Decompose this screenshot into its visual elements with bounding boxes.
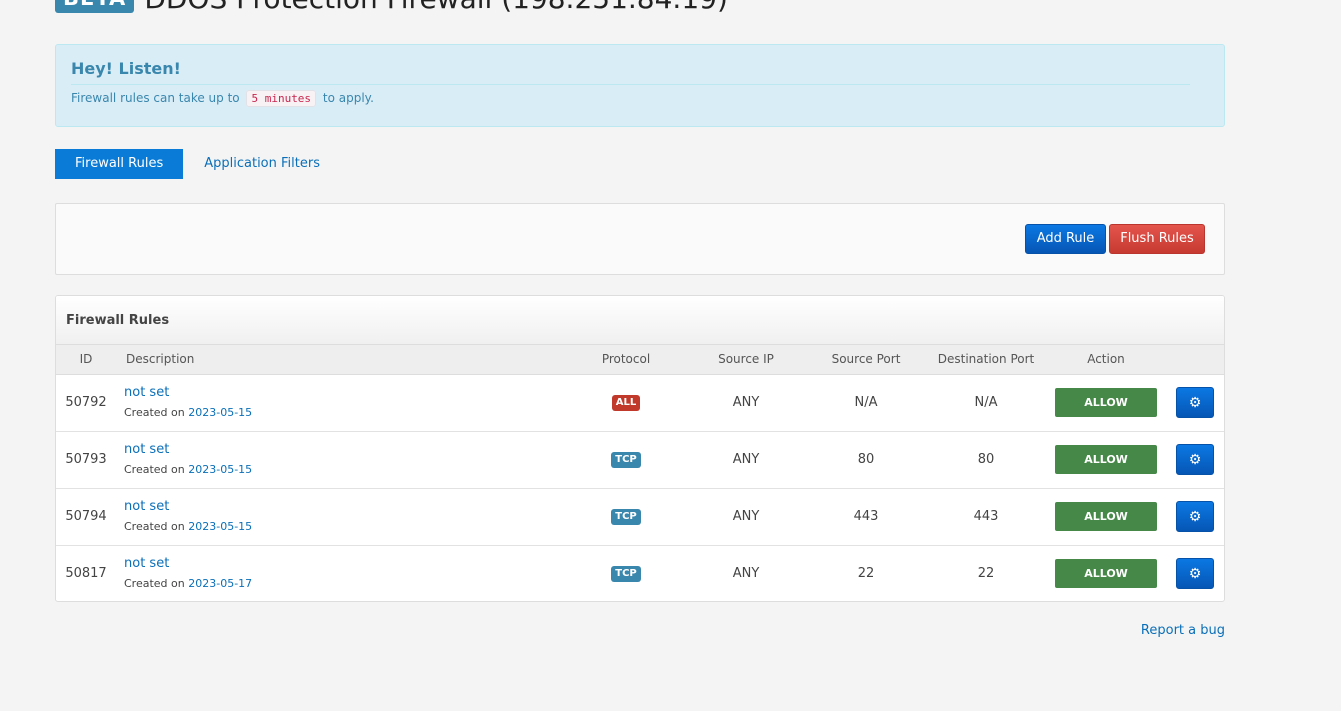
table-row: 50817 not set Created on 2023-05-17 TCP …	[56, 545, 1224, 601]
rule-description-link[interactable]: not set	[124, 385, 565, 400]
gear-icon: ⚙	[1188, 509, 1202, 525]
alert-message-after: to apply.	[322, 91, 374, 105]
firewall-rules-panel: Firewall Rules ID Description Protocol S…	[55, 295, 1225, 602]
rule-id: 50793	[65, 452, 107, 467]
rule-settings: ⚙	[1166, 545, 1224, 601]
settings-button[interactable]: ⚙	[1176, 558, 1214, 590]
table-row: 50793 not set Created on 2023-05-15 TCP …	[56, 431, 1224, 488]
rule-source-ip: ANY	[732, 452, 760, 467]
alert-title: Hey! Listen!	[71, 59, 1190, 85]
col-settings	[1166, 345, 1224, 375]
allow-button[interactable]: ALLOW	[1055, 559, 1157, 589]
panel-title: Firewall Rules	[56, 296, 1224, 345]
col-destination-port: Destination Port	[926, 345, 1046, 375]
table-row: 50794 not set Created on 2023-05-15 TCP …	[56, 488, 1224, 545]
rule-created: Created on 2023-05-17	[124, 577, 252, 590]
rule-created: Created on 2023-05-15	[124, 463, 252, 476]
alert-message-before: Firewall rules can take up to	[71, 91, 240, 105]
rules-toolbar: Add Rule Flush Rules	[55, 203, 1225, 275]
gear-icon: ⚙	[1188, 395, 1202, 411]
rule-destination-port: 80	[977, 452, 995, 467]
allow-button[interactable]: ALLOW	[1055, 502, 1157, 531]
rule-description-link[interactable]: not set	[124, 499, 565, 514]
created-date: 2023-05-15	[188, 463, 253, 476]
settings-button[interactable]: ⚙	[1176, 444, 1214, 475]
page-title: DDOS Protection Firewall (198.251.84.19)	[144, 0, 728, 15]
alert-message: Firewall rules can take up to 5 minutes …	[71, 90, 1209, 107]
rule-source-ip: ANY	[732, 566, 760, 582]
allow-button[interactable]: ALLOW	[1055, 445, 1157, 474]
info-alert: Hey! Listen! Firewall rules can take up …	[55, 44, 1225, 127]
created-prefix: Created on	[124, 406, 185, 419]
tab-application-filters[interactable]: Application Filters	[184, 149, 340, 179]
allow-button[interactable]: ALLOW	[1055, 388, 1157, 417]
rule-created: Created on 2023-05-15	[124, 520, 252, 533]
created-date: 2023-05-15	[188, 520, 253, 533]
rule-action: ALLOW	[1046, 431, 1166, 488]
created-date: 2023-05-17	[188, 577, 253, 591]
rule-description: not set Created on 2023-05-15	[116, 374, 566, 431]
settings-button[interactable]: ⚙	[1176, 501, 1214, 532]
rule-description-link[interactable]: not set	[124, 556, 565, 571]
protocol-badge: TCP	[611, 566, 641, 583]
col-source-ip: Source IP	[686, 345, 806, 375]
col-protocol: Protocol	[566, 345, 686, 375]
created-prefix: Created on	[124, 463, 185, 476]
flush-rules-button[interactable]: Flush Rules	[1109, 224, 1205, 254]
rule-description-link[interactable]: not set	[124, 442, 565, 457]
rule-created: Created on 2023-05-15	[124, 406, 252, 419]
col-id: ID	[56, 345, 116, 375]
rule-source-port: N/A	[854, 395, 878, 410]
rule-source-port: 443	[853, 509, 879, 524]
col-source-port: Source Port	[806, 345, 926, 375]
table-row: 50792 not set Created on 2023-05-15 ALL …	[56, 374, 1224, 431]
protocol-badge: TCP	[611, 509, 641, 525]
rule-source-port: 22	[857, 566, 875, 582]
rule-action: ALLOW	[1046, 488, 1166, 545]
rule-protocol: ALL	[566, 374, 686, 431]
protocol-badge: TCP	[611, 452, 641, 468]
page-header: BETA DDOS Protection Firewall (198.251.8…	[55, 0, 728, 15]
report-bug-link[interactable]: Report a bug	[1141, 623, 1225, 638]
table-header-row: ID Description Protocol Source IP Source…	[56, 345, 1224, 375]
rule-settings: ⚙	[1166, 374, 1224, 431]
beta-badge: BETA	[55, 0, 135, 13]
col-action: Action	[1046, 345, 1166, 375]
protocol-badge: ALL	[611, 395, 641, 411]
gear-icon: ⚙	[1188, 566, 1202, 583]
rule-id: 50792	[65, 395, 107, 410]
rule-description: not set Created on 2023-05-17	[116, 545, 566, 601]
settings-button[interactable]: ⚙	[1176, 387, 1214, 418]
rules-table: ID Description Protocol Source IP Source…	[56, 345, 1224, 601]
rule-action: ALLOW	[1046, 374, 1166, 431]
rule-source-ip: ANY	[732, 395, 760, 410]
rule-protocol: TCP	[566, 488, 686, 545]
rule-id: 50817	[65, 566, 107, 582]
tab-firewall-rules[interactable]: Firewall Rules	[55, 149, 184, 179]
rule-protocol: TCP	[566, 431, 686, 488]
rule-description: not set Created on 2023-05-15	[116, 488, 566, 545]
alert-message-code: 5 minutes	[246, 90, 317, 107]
rule-settings: ⚙	[1166, 488, 1224, 545]
rule-source-ip: ANY	[732, 509, 760, 524]
tab-bar: Firewall Rules Application Filters	[55, 149, 340, 179]
gear-icon: ⚙	[1188, 452, 1202, 468]
created-prefix: Created on	[124, 577, 185, 591]
col-description: Description	[116, 345, 566, 375]
rule-destination-port: 443	[973, 509, 999, 524]
created-date: 2023-05-15	[188, 406, 253, 419]
rule-source-port: 80	[857, 452, 875, 467]
rule-action: ALLOW	[1046, 545, 1166, 601]
rule-id: 50794	[65, 509, 107, 524]
rule-destination-port: 22	[977, 566, 995, 582]
add-rule-button[interactable]: Add Rule	[1025, 224, 1106, 254]
created-prefix: Created on	[124, 520, 185, 533]
rule-settings: ⚙	[1166, 431, 1224, 488]
rule-destination-port: N/A	[974, 395, 998, 410]
rule-description: not set Created on 2023-05-15	[116, 431, 566, 488]
rule-protocol: TCP	[566, 545, 686, 601]
